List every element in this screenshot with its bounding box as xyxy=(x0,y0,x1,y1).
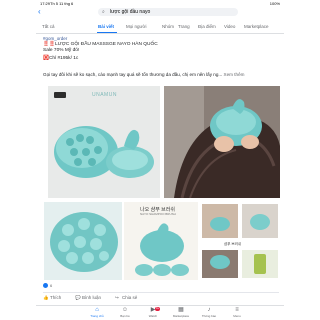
post-snippet: Gọi tay đôi khi sẽ ko sạch, cào mạnh tay… xyxy=(43,72,279,78)
battery-indicator: 100% xyxy=(269,1,280,6)
post-photo-5[interactable]: 샴푸 브러쉬 xyxy=(200,202,280,280)
comment-button[interactable]: 💬Bình luận xyxy=(75,295,101,301)
reaction-count: 6 xyxy=(50,283,53,288)
nav-watch-label: Watch xyxy=(148,314,158,318)
nav-marketplace-label: Marketplace xyxy=(172,314,190,318)
friends-icon: ☺ xyxy=(121,307,129,313)
like-label: Thích xyxy=(50,295,62,300)
watch-icon: ▶ xyxy=(150,307,156,313)
share-button[interactable]: ↪ Chia sẻ xyxy=(115,295,137,301)
post-sale-text: Sale 70% Mỹ đó! xyxy=(43,48,80,53)
like-button[interactable]: 👍Thích xyxy=(43,295,61,301)
like-reaction-icon xyxy=(43,283,48,288)
usage-collage-illustration xyxy=(202,204,278,278)
tab-video[interactable]: Video xyxy=(224,24,235,30)
status-time: 17:29 xyxy=(40,1,51,6)
search-filter-tabs: Tất cả Bài viết Mọi người Nhóm Trang Địa… xyxy=(36,22,284,34)
tab-groups[interactable]: Nhóm xyxy=(162,24,174,30)
search-header: ‹ ⌕ lược gội đầu nayo xyxy=(36,7,284,17)
thumbs-up-icon: 👍 xyxy=(43,295,49,300)
share-icon: ↪ xyxy=(115,295,119,300)
nav-notifications[interactable]: ♪ Thông báo xyxy=(194,307,224,320)
collage-caption: 샴푸 브러쉬 xyxy=(224,242,242,246)
post-photo-3[interactable] xyxy=(44,202,122,280)
shampoo-brush-pair-illustration xyxy=(54,126,154,178)
nav-watch[interactable]: ▶ 9+ Watch xyxy=(138,307,168,320)
search-query-text: lược gội đầu nayo xyxy=(110,9,151,15)
infographic-brush-illustration xyxy=(135,223,189,276)
post-body: #gom_order ‼️‼️LƯỢC GỘI ĐẦU MASSSGE NAYO… xyxy=(43,36,279,62)
post-snippet-text: Gọi tay đôi khi sẽ ko sạch, cào mạnh tay… xyxy=(43,72,223,77)
search-input[interactable]: ⌕ lược gội đầu nayo xyxy=(98,8,238,16)
status-date: Th 5 11 thg 6 xyxy=(50,1,74,6)
marketplace-icon: ▦ xyxy=(178,307,184,313)
tab-all[interactable]: Tất cả xyxy=(42,24,55,30)
post-price: 🅾️Chỉ #195k/ 1c xyxy=(43,56,79,61)
post-photo-2[interactable] xyxy=(164,86,280,198)
bell-icon: ♪ xyxy=(207,307,211,313)
comment-label: Bình luận xyxy=(82,295,102,300)
nav-home[interactable]: ⌂ Trang chủ xyxy=(82,307,112,320)
nav-menu[interactable]: ≡ Menu xyxy=(222,307,252,320)
home-icon: ⌂ xyxy=(95,307,99,313)
watch-badge: 9+ xyxy=(155,307,160,311)
bottom-navigation: ⌂ Trang chủ ☺ Bạn bè ▶ 9+ Watch ▦ Market… xyxy=(36,305,284,320)
tab-posts[interactable]: Bài viết xyxy=(98,24,114,30)
share-label: Chia sẻ xyxy=(122,295,138,300)
nav-notifications-label: Thông báo xyxy=(201,314,217,318)
nav-friends-label: Bạn bè xyxy=(120,314,130,318)
active-tab-indicator xyxy=(97,32,117,33)
tab-people[interactable]: Mọi người xyxy=(126,24,146,30)
comment-icon: 💬 xyxy=(75,295,81,300)
brush-in-hair-illustration xyxy=(164,86,280,198)
post-photo-4[interactable]: 나오 샴푸 브러쉬 NAYO SHAMPOO BRUSH xyxy=(124,202,198,280)
search-icon: ⌕ xyxy=(102,9,105,15)
nav-friends[interactable]: ☺ Bạn bè xyxy=(110,307,140,320)
tab-pages[interactable]: Trang xyxy=(178,24,190,30)
nav-marketplace[interactable]: ▦ Marketplace xyxy=(166,307,196,320)
bristle-closeup-illustration xyxy=(50,212,118,272)
nav-menu-label: Menu xyxy=(233,314,241,318)
tab-places[interactable]: Địa điểm xyxy=(198,24,216,30)
post-actions: 👍Thích 💬Bình luận ↪ Chia sẻ xyxy=(43,292,279,302)
nav-home-label: Trang chủ xyxy=(90,314,104,318)
see-more-link[interactable]: Xem thêm xyxy=(224,72,245,77)
tab-marketplace[interactable]: Marketplace xyxy=(244,24,269,30)
status-bar: 17:29 Th 5 11 thg 6 100% xyxy=(0,0,320,6)
post-photo-1[interactable]: UNAMUN xyxy=(48,86,160,198)
menu-icon: ≡ xyxy=(235,307,239,313)
back-arrow-icon[interactable]: ‹ xyxy=(38,7,46,17)
